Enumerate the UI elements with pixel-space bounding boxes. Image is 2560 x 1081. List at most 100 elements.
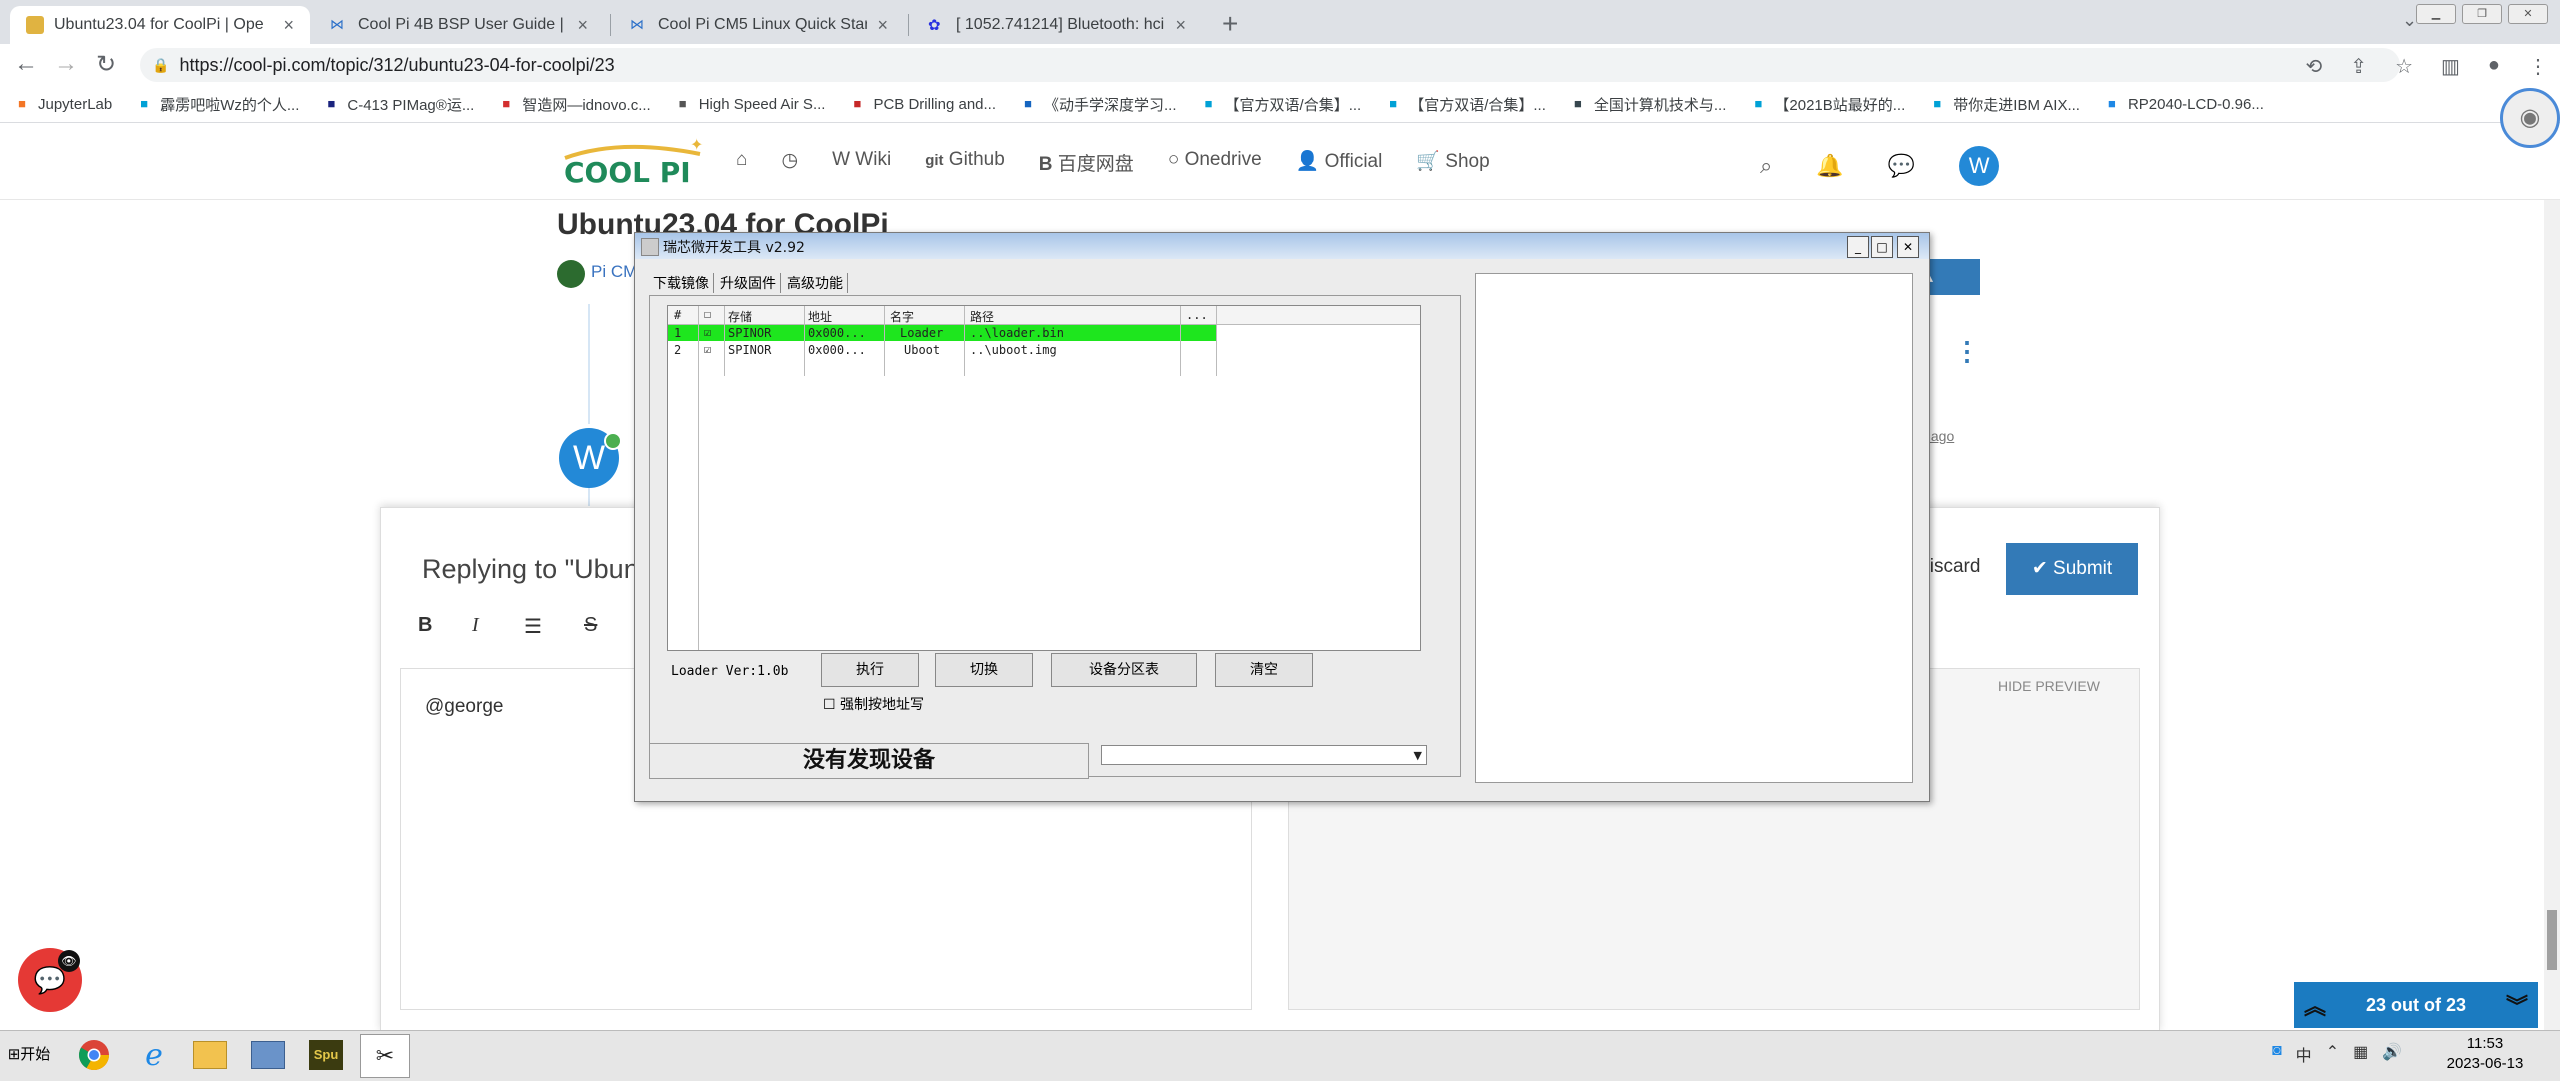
nav-baidu-pan[interactable]: B 百度网盘 [1039,149,1134,176]
force-address-checkbox[interactable]: ☐ 强制按地址写 [823,694,924,714]
pager-up-icon[interactable]: ︽ [2304,989,2326,1021]
rkdevtool-taskbar-icon[interactable]: ✂ [360,1034,410,1078]
notifications-bell-icon[interactable]: 🔔 [1816,153,1843,179]
volume-icon[interactable]: 🔊 [2382,1042,2402,1066]
search-icon[interactable]: ⌕ [1760,153,1772,179]
close-tab-icon[interactable]: × [1175,15,1186,36]
address-bar[interactable]: 🔒 https://cool-pi.com/topic/312/ubuntu23… [140,48,2400,82]
bookmark-item[interactable]: ■ 霹雳吧啦Wz的个人... [136,94,299,115]
close-tab-icon[interactable]: × [577,15,588,36]
tab-ubuntu-coolpi[interactable]: Ubuntu23.04 for CoolPi | Ope × [10,6,310,44]
close-tab-icon[interactable]: × [283,15,294,36]
device-select[interactable]: ▼ [1101,745,1427,765]
user-avatar[interactable]: W [1959,146,2000,186]
poster-avatar[interactable] [557,260,585,288]
checkbox-icon[interactable]: ☐ [823,697,836,713]
minimize-window-icon[interactable]: _ [1847,236,1869,258]
share-icon[interactable]: ⇪ [2350,54,2367,79]
coolpi-logo[interactable]: COOL PI ✦ [560,136,710,188]
forward-arrow-icon[interactable]: → [54,50,78,78]
row-address[interactable]: 0x000... [808,343,866,357]
col-check-all-icon[interactable]: ☐ [704,307,711,321]
nav-onedrive[interactable]: ○ Onedrive [1168,149,1262,176]
bookmark-item[interactable]: ■ PCB Drilling and... [849,96,997,113]
bookmark-item[interactable]: ■ 《动手学深度学习... [1020,94,1176,115]
switch-button[interactable]: 切换 [935,653,1033,687]
tab-coolpi-4b-bsp[interactable]: ⋈ Cool Pi 4B BSP User Guide | Co × [314,6,604,44]
maximize-window-icon[interactable]: □ [1871,236,1893,258]
taskbar-clock[interactable]: 11:53 2023-06-13 [2430,1034,2540,1074]
table-row[interactable]: 2 ☑ SPINOR 0x000... Uboot ..\uboot.img [668,342,1216,358]
rkdevtool-titlebar[interactable]: 瑞芯微开发工具 v2.92 [635,233,1929,259]
close-window-icon[interactable]: ✕ [1897,236,1919,258]
table-row[interactable]: 1 ☑ SPINOR 0x000... Loader ..\loader.bin [668,325,1216,341]
poster-name[interactable]: Pi CM [591,262,637,282]
hide-preview-link[interactable]: HIDE PREVIEW [1998,678,2100,694]
address-url[interactable]: https://cool-pi.com/topic/312/ubuntu23-0… [179,55,614,76]
row-path[interactable]: ..\loader.bin [970,326,1064,340]
bookmark-item[interactable]: ■ C-413 PIMag®运... [323,94,474,115]
tray-expand-icon[interactable]: ⌃ [2326,1042,2339,1066]
page-scrollbar-thumb[interactable] [2547,910,2557,970]
tab-upgrade-firmware[interactable]: 升级固件 [720,273,781,293]
tab-search-chevron-icon[interactable]: ⌄ [2402,10,2417,31]
control-panel-taskbar-icon[interactable] [244,1034,292,1076]
bookmark-star-icon[interactable]: ☆ [2395,54,2413,79]
bookmark-item[interactable]: ■ 【官方双语/合集】... [1201,94,1362,115]
inbox-icon[interactable]: ⌂ [736,149,747,176]
bookmark-item[interactable]: ■ 【2021B站最好的... [1750,94,1905,115]
chevron-down-icon[interactable]: ▼ [1414,749,1422,762]
close-window-icon[interactable]: ✕ [2508,4,2548,24]
post-menu-icon[interactable]: ⋮ [1954,336,1980,367]
tab-coolpi-cm5-quickstart[interactable]: ⋈ Cool Pi CM5 Linux Quick Start × [614,6,904,44]
bookmark-item[interactable]: ■ 【官方双语/合集】... [1385,94,1546,115]
file-explorer-taskbar-icon[interactable] [186,1034,234,1076]
editor-text[interactable]: @george [425,696,503,718]
row-address[interactable]: 0x000... [808,326,866,340]
side-panel-icon[interactable]: ▥ [2441,54,2460,79]
back-arrow-icon[interactable]: ← [14,50,38,78]
bookmark-item[interactable]: ■ 全国计算机技术与... [1570,94,1726,115]
profile-icon[interactable]: ● [2488,54,2500,79]
row-checkbox-icon[interactable]: ☑ [704,342,711,356]
reload-icon[interactable]: ↻ [96,50,116,79]
execute-button[interactable]: 执行 [821,653,919,687]
translate-icon[interactable]: ⟲ [2306,54,2323,79]
ie-taskbar-icon[interactable]: ℯ [130,1034,178,1076]
start-button[interactable]: ⊞开始 [0,1032,58,1078]
device-partition-table-button[interactable]: 设备分区表 [1051,653,1197,687]
tray-app-icon[interactable]: ◙ [2272,1042,2282,1066]
tab-advanced[interactable]: 高级功能 [787,273,848,293]
bookmark-item[interactable]: ■ 带你走进IBM AIX... [1929,94,2080,115]
network-icon[interactable]: ▦ [2353,1042,2368,1066]
bookmark-item[interactable]: ■ JupyterLab [14,96,112,113]
restore-window-icon[interactable]: ❐ [2462,4,2502,24]
chat-icon[interactable]: 💬 [1888,153,1915,179]
bookmark-item[interactable]: ■ High Speed Air S... [675,96,826,113]
chrome-taskbar-icon[interactable] [70,1034,118,1076]
tab-bluetooth-log[interactable]: ✿ [ 1052.741214] Bluetooth: hci × [912,6,1202,44]
spu-taskbar-icon[interactable]: Spu [302,1034,350,1076]
nav-github[interactable]: git Github [925,149,1005,176]
bookmark-item[interactable]: ■ RP2040-LCD-0.96... [2104,96,2264,113]
list-icon[interactable]: ☰ [524,614,542,639]
strikethrough-icon[interactable]: S [584,614,597,637]
nav-official[interactable]: 👤 Official [1296,149,1383,176]
minimize-window-icon[interactable]: ▁ [2416,4,2456,24]
row-name[interactable]: Uboot [904,343,940,357]
pager-down-icon[interactable]: ︾ [2506,989,2528,1021]
nav-wiki[interactable]: W Wiki [832,149,891,176]
row-checkbox-icon[interactable]: ☑ [704,325,711,339]
bold-icon[interactable]: B [418,614,432,637]
row-path[interactable]: ..\uboot.img [970,343,1057,357]
new-tab-plus-icon[interactable]: + [1222,8,1238,40]
robot-assistant-icon[interactable]: ◉ [2500,88,2560,148]
menu-kebab-icon[interactable]: ⋮ [2528,54,2548,79]
page-scrollbar[interactable] [2544,200,2560,1030]
close-tab-icon[interactable]: × [877,15,888,36]
submit-button[interactable]: ✔ Submit [2006,543,2138,595]
row-name[interactable]: Loader [900,326,943,340]
bookmark-item[interactable]: ■ 智造网—idnovo.c... [498,94,650,115]
tab-download-image[interactable]: 下载镜像 [653,273,714,293]
italic-icon[interactable]: I [472,614,479,637]
